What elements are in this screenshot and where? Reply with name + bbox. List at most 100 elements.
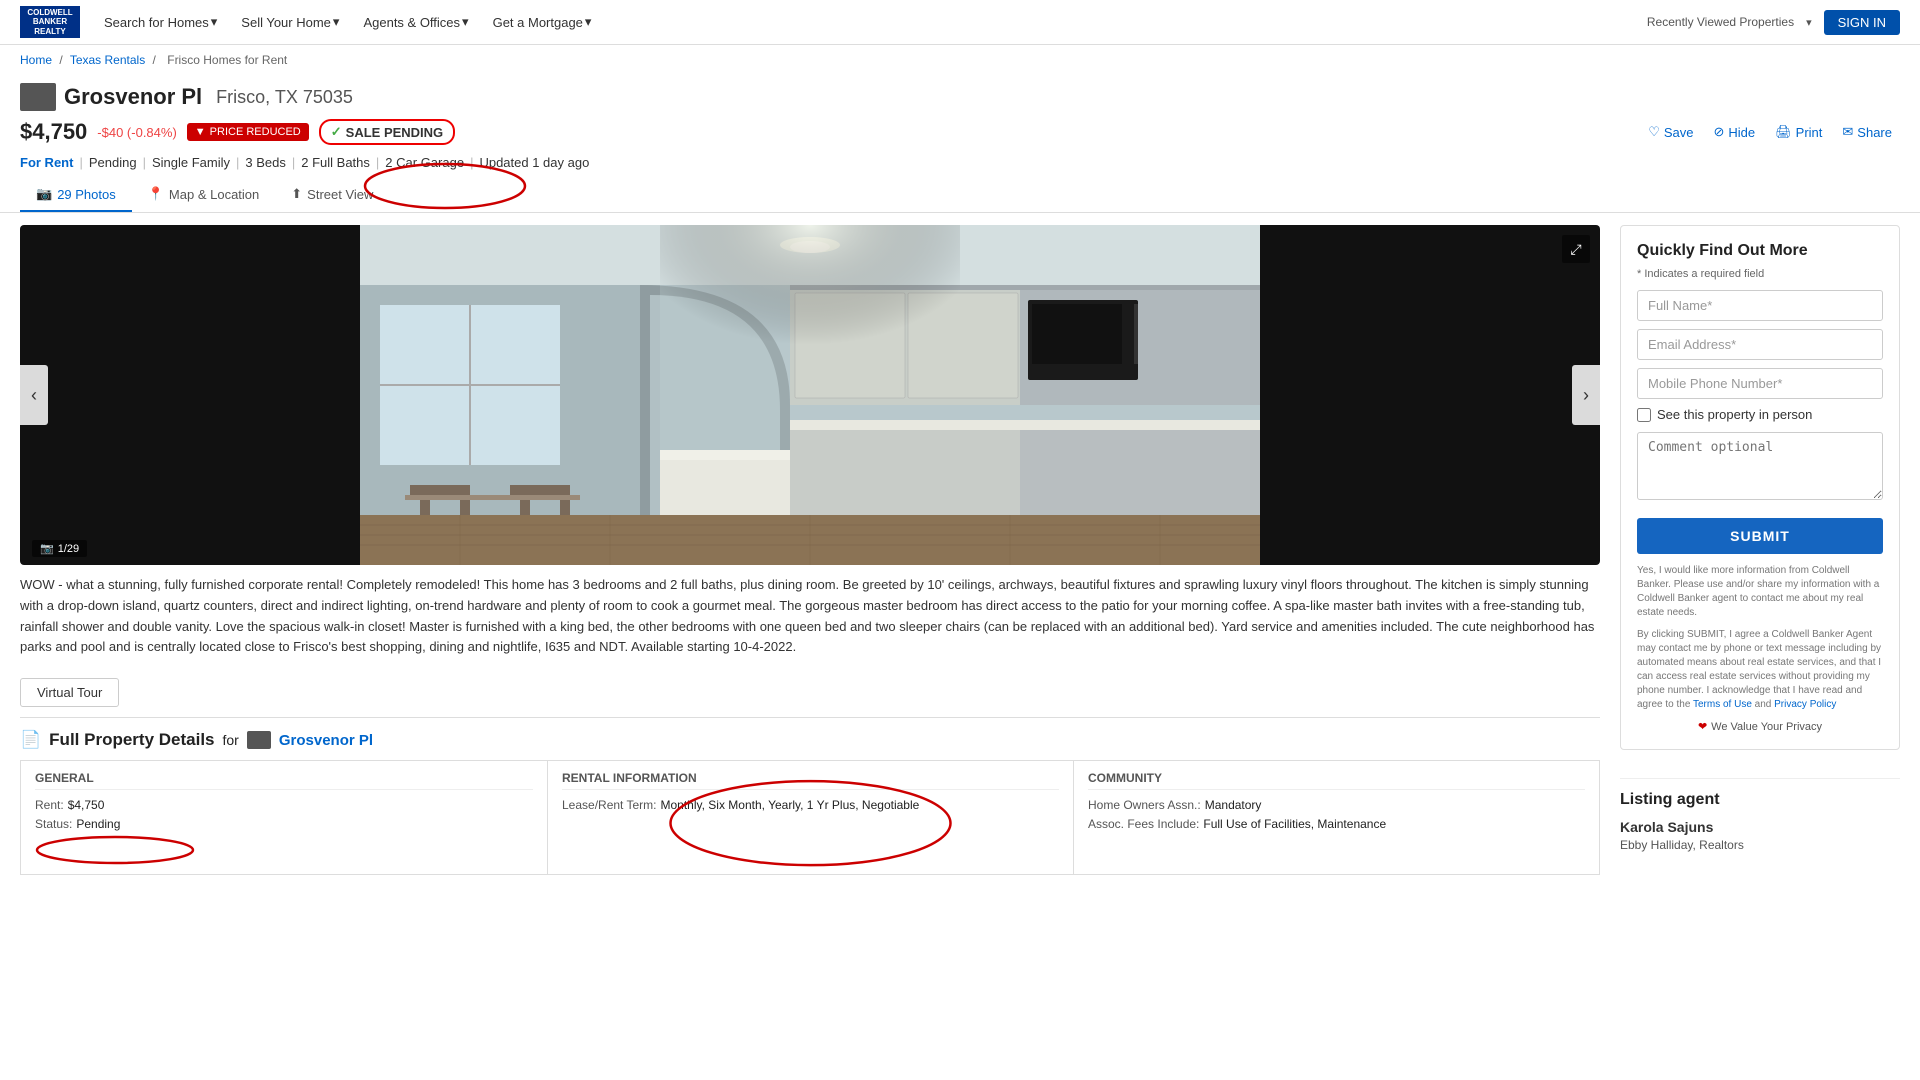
kitchen-scene-svg xyxy=(20,225,1600,565)
fpd-community: COMMUNITY Home Owners Assn.: Mandatory A… xyxy=(1073,761,1599,874)
fpd-rental-info: RENTAL INFORMATION Lease/Rent Term: Mont… xyxy=(547,761,1073,874)
general-annotation-circle xyxy=(35,836,195,864)
fpd-rental-title: RENTAL INFORMATION xyxy=(562,771,1059,790)
breadcrumb-texas[interactable]: Texas Rentals xyxy=(70,53,145,67)
fpd-rent-value: $4,750 xyxy=(68,798,105,812)
navigation: COLDWELLBANKERREALTY Search for Homes ▾ … xyxy=(0,0,1920,45)
phone-input[interactable] xyxy=(1637,368,1883,399)
fpd-address-link[interactable]: Grosvenor Pl xyxy=(279,732,373,749)
sale-pending-badge: SALE PENDING xyxy=(319,119,455,145)
sidebar: Quickly Find Out More * Indicates a requ… xyxy=(1620,225,1900,887)
signin-button[interactable]: SIGN IN xyxy=(1824,10,1900,35)
description-text: WOW - what a stunning, fully furnished c… xyxy=(20,575,1600,658)
comment-textarea[interactable] xyxy=(1637,432,1883,500)
map-icon: 📍 xyxy=(148,186,164,202)
email-input[interactable] xyxy=(1637,329,1883,360)
share-button[interactable]: ✉ Share xyxy=(1834,120,1900,144)
in-person-label: See this property in person xyxy=(1657,407,1812,422)
tab-street[interactable]: ⬆ Street View xyxy=(275,178,389,212)
privacy-line: ❤ We Value Your Privacy xyxy=(1637,720,1883,733)
terms-link[interactable]: Terms of Use xyxy=(1693,699,1752,710)
chevron-down-icon: ▾ xyxy=(585,14,592,30)
price-reduced-icon: ▼ xyxy=(195,126,206,138)
property-header: Grosvenor Pl Frisco, TX 75035 xyxy=(0,75,1920,115)
price-reduced-badge: ▼ PRICE REDUCED xyxy=(187,123,309,141)
submit-button[interactable]: SUBMIT xyxy=(1637,518,1883,554)
sale-pending-container: SALE PENDING xyxy=(319,119,455,145)
property-icon xyxy=(20,83,56,111)
form-legal-1: Yes, I would like more information from … xyxy=(1637,564,1883,620)
chevron-down-icon: ▾ xyxy=(462,14,469,30)
form-title: Quickly Find Out More xyxy=(1637,242,1883,260)
nav-search-homes[interactable]: Search for Homes ▾ xyxy=(104,14,217,30)
property-description: WOW - what a stunning, fully furnished c… xyxy=(20,565,1600,668)
privacy-link[interactable]: Privacy Policy xyxy=(1774,699,1836,710)
in-person-checkbox[interactable] xyxy=(1637,408,1651,422)
left-column: ‹ › ⤢ 📷 1/29 WOW - what a stunning, full… xyxy=(20,225,1600,887)
tab-map[interactable]: 📍 Map & Location xyxy=(132,178,276,212)
fpd-status-label: Status: xyxy=(35,817,72,831)
form-required-note: * Indicates a required field xyxy=(1637,268,1883,280)
status: Pending xyxy=(89,155,137,170)
breadcrumb-home[interactable]: Home xyxy=(20,53,52,67)
contact-form: Quickly Find Out More * Indicates a requ… xyxy=(1620,225,1900,750)
fullname-input[interactable] xyxy=(1637,290,1883,321)
camera-icon: 📷 xyxy=(36,186,52,202)
price-change: -$40 (-0.84%) xyxy=(97,125,176,140)
property-actions: ♡ Save ⊘ Hide 🖨 Print ✉ Share xyxy=(1640,120,1900,144)
street-icon: ⬆ xyxy=(291,186,302,202)
details-row: For Rent | Pending | Single Family | 3 B… xyxy=(0,151,1920,178)
fpd-title: 📄 Full Property Details for Grosvenor Pl xyxy=(20,730,1600,750)
document-icon: 📄 xyxy=(20,730,41,750)
fpd-rent-label: Rent: xyxy=(35,798,64,812)
recently-viewed-link[interactable]: Recently Viewed Properties xyxy=(1647,15,1794,29)
fpd-general-title: GENERAL xyxy=(35,771,533,790)
agent-name: Karola Sajuns xyxy=(1620,819,1900,835)
baths: 2 Full Baths xyxy=(301,155,370,170)
fpd-rent-row: Rent: $4,750 xyxy=(35,798,533,812)
kitchen-photo xyxy=(20,225,1600,565)
chevron-down-icon: ▾ xyxy=(1806,16,1812,29)
listing-agent-title: Listing agent xyxy=(1620,778,1900,809)
photo-tabs: 📷 29 Photos 📍 Map & Location ⬆ Street Vi… xyxy=(0,178,1920,213)
photo-expand-button[interactable]: ⤢ xyxy=(1562,235,1590,263)
in-person-checkbox-row: See this property in person xyxy=(1637,407,1883,422)
nav-mortgage[interactable]: Get a Mortgage ▾ xyxy=(493,14,592,30)
hide-button[interactable]: ⊘ Hide xyxy=(1705,120,1763,144)
fpd-hoa-value: Mandatory xyxy=(1205,798,1262,812)
chevron-down-icon: ▾ xyxy=(211,14,218,30)
virtual-tour-section: Virtual Tour xyxy=(20,668,1600,717)
fpd-grid: GENERAL Rent: $4,750 Status: Pending xyxy=(20,760,1600,875)
heart-icon: ♡ xyxy=(1648,124,1660,140)
save-button[interactable]: ♡ Save xyxy=(1640,120,1701,144)
heart-icon: ❤ xyxy=(1698,720,1707,733)
breadcrumb: Home / Texas Rentals / Frisco Homes for … xyxy=(0,45,1920,75)
listing-type: For Rent xyxy=(20,155,73,170)
fpd-hoa-row: Home Owners Assn.: Mandatory xyxy=(1088,798,1585,812)
property-city: Frisco, TX 75035 xyxy=(216,87,353,108)
garage: 2 Car Garage xyxy=(385,155,464,170)
nav-sell-home[interactable]: Sell Your Home ▾ xyxy=(241,14,339,30)
photo-prev-button[interactable]: ‹ xyxy=(20,365,48,425)
main-content: ‹ › ⤢ 📷 1/29 WOW - what a stunning, full… xyxy=(0,213,1920,899)
fpd-lease-label: Lease/Rent Term: xyxy=(562,798,657,812)
agent-company: Ebby Halliday, Realtors xyxy=(1620,838,1900,852)
property-address: Grosvenor Pl xyxy=(64,84,202,110)
breadcrumb-sep: / xyxy=(59,53,62,67)
fpd-status-value: Pending xyxy=(76,817,120,831)
fpd-assoc-value: Full Use of Facilities, Maintenance xyxy=(1203,817,1386,831)
photo-counter: 📷 1/29 xyxy=(32,540,87,557)
photo-container: ‹ › ⤢ 📷 1/29 xyxy=(20,225,1600,565)
breadcrumb-frisco: Frisco Homes for Rent xyxy=(167,53,287,67)
logo[interactable]: COLDWELLBANKERREALTY xyxy=(20,6,80,38)
fpd-hoa-label: Home Owners Assn.: xyxy=(1088,798,1201,812)
updated: Updated 1 day ago xyxy=(479,155,589,170)
price-main: $4,750 xyxy=(20,119,87,145)
photo-next-button[interactable]: › xyxy=(1572,365,1600,425)
virtual-tour-button[interactable]: Virtual Tour xyxy=(20,678,119,707)
print-button[interactable]: 🖨 Print xyxy=(1767,120,1830,144)
property-style: Single Family xyxy=(152,155,230,170)
tab-photos[interactable]: 📷 29 Photos xyxy=(20,178,132,212)
form-legal-2: By clicking SUBMIT, I agree a Coldwell B… xyxy=(1637,628,1883,712)
nav-agents[interactable]: Agents & Offices ▾ xyxy=(363,14,468,30)
